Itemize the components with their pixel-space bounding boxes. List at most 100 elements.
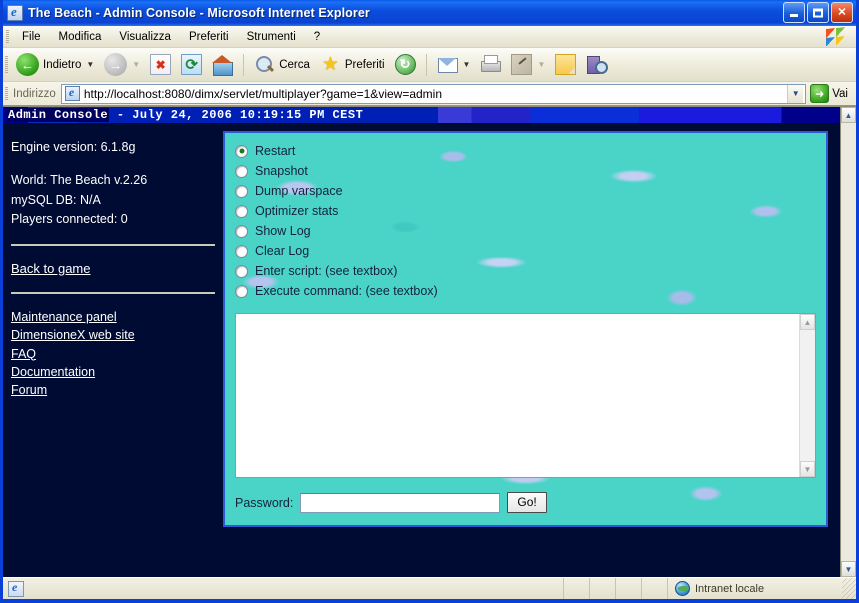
notes-icon: [555, 54, 577, 75]
password-label: Password:: [235, 495, 294, 510]
menu-item-file[interactable]: File: [13, 29, 50, 45]
resize-grip[interactable]: [842, 578, 856, 599]
edit-button[interactable]: ▼: [506, 52, 550, 77]
radio-execute-command-icon[interactable]: [235, 284, 248, 298]
documentation-link[interactable]: Documentation: [11, 363, 215, 381]
mail-button[interactable]: ▼: [432, 52, 476, 77]
option-snapshot-label: Snapshot: [255, 164, 308, 178]
scroll-up-icon[interactable]: ▲: [800, 314, 815, 330]
close-button[interactable]: ✕: [831, 2, 853, 23]
home-button[interactable]: [207, 52, 238, 77]
sidebar-divider-2: [11, 292, 215, 295]
database-status-text: mySQL DB: N/A: [11, 192, 101, 207]
page-scroll-track[interactable]: [841, 123, 856, 561]
back-button-label: Indietro: [43, 58, 82, 71]
console-header-separator: -: [109, 108, 133, 122]
engine-version-text: Engine version: 6.1.8g: [11, 140, 136, 154]
option-restart[interactable]: Restart: [235, 141, 816, 161]
back-arrow-icon: ←: [16, 53, 39, 76]
scroll-down-icon[interactable]: ▼: [800, 461, 815, 477]
browser-window: The Beach - Admin Console - Microsoft In…: [0, 0, 859, 603]
forward-button[interactable]: → ▼: [99, 51, 145, 78]
forward-dropdown-icon: ▼: [132, 60, 141, 69]
search-icon: [254, 54, 275, 75]
print-button[interactable]: [475, 52, 506, 77]
option-optimizer-stats-label: Optimizer stats: [255, 204, 339, 218]
page-scroll-up-icon[interactable]: ▲: [841, 107, 856, 123]
faq-link[interactable]: FAQ: [11, 345, 215, 363]
security-zone-label: Intranet locale: [695, 582, 765, 595]
radio-clear-log-icon[interactable]: [235, 244, 248, 258]
option-clear-log[interactable]: Clear Log: [235, 241, 816, 261]
page-viewport: Admin Console - July 24, 2006 10:19:15 P…: [3, 106, 856, 577]
option-enter-script[interactable]: Enter script: (see textbox): [235, 261, 816, 281]
history-icon: [394, 54, 416, 75]
go-button[interactable]: Vai: [806, 84, 854, 103]
menu-item-modifica[interactable]: Modifica: [50, 29, 111, 45]
favorites-button[interactable]: Preferiti: [315, 52, 390, 77]
back-to-game-link[interactable]: Back to game: [11, 260, 215, 279]
minimize-button[interactable]: [783, 2, 805, 23]
world-name-text: World: The Beach v.2.26: [11, 173, 148, 188]
stop-button[interactable]: [145, 52, 176, 77]
search-button[interactable]: Cerca: [249, 52, 315, 77]
address-url-text: http://localhost:8080/dimx/servlet/multi…: [83, 86, 443, 101]
submit-go-button[interactable]: Go!: [507, 492, 547, 513]
radio-snapshot-icon[interactable]: [235, 164, 248, 178]
password-input[interactable]: [300, 492, 501, 513]
radio-dump-varspace-icon[interactable]: [235, 184, 248, 198]
mail-dropdown-icon[interactable]: ▼: [463, 60, 471, 69]
radio-restart-icon[interactable]: [235, 144, 248, 158]
mail-icon: [437, 54, 458, 75]
menu-item-strumenti[interactable]: Strumenti: [238, 29, 305, 45]
radio-show-log-icon[interactable]: [235, 224, 248, 238]
status-cell-2: [589, 578, 615, 599]
forum-link[interactable]: Forum: [11, 381, 215, 399]
forward-arrow-icon: →: [104, 53, 128, 76]
maximize-button[interactable]: [807, 2, 829, 23]
script-textarea-scrollbar[interactable]: ▲ ▼: [799, 314, 815, 477]
status-bar: Intranet locale: [3, 577, 856, 599]
console-app-name: Admin Console: [7, 108, 110, 122]
option-show-log[interactable]: Show Log: [235, 221, 816, 241]
script-textarea[interactable]: ▲ ▼: [235, 313, 816, 478]
option-snapshot[interactable]: Snapshot: [235, 161, 816, 181]
status-cell-3: [615, 578, 641, 599]
option-dump-varspace[interactable]: Dump varspace: [235, 181, 816, 201]
browser-toolbar: ← Indietro ▼ → ▼ Cerca Preferiti: [3, 48, 856, 82]
edit-page-icon: [511, 54, 533, 75]
menu-item-help[interactable]: ?: [305, 29, 329, 45]
console-timestamp: July 24, 2006 10:19:15 PM CEST: [132, 108, 364, 122]
option-optimizer-stats[interactable]: Optimizer stats: [235, 201, 816, 221]
option-show-log-label: Show Log: [255, 224, 311, 238]
console-header-title: Admin Console - July 24, 2006 10:19:15 P…: [7, 107, 364, 123]
option-execute-command[interactable]: Execute command: (see textbox): [235, 281, 816, 301]
script-textarea-text[interactable]: [236, 314, 799, 477]
menu-bar: File Modifica Visualizza Preferiti Strum…: [3, 26, 856, 48]
menu-item-visualizza[interactable]: Visualizza: [110, 29, 180, 45]
status-page-icon: [8, 580, 24, 597]
password-row: Password: Go!: [235, 492, 816, 513]
sidebar: Engine version: 6.1.8g World: The Beach …: [3, 124, 223, 399]
dimensionex-web-site-link[interactable]: DimensioneX web site: [11, 326, 215, 344]
globe-icon: [675, 581, 690, 596]
maintenance-panel-link[interactable]: Maintenance panel: [11, 308, 215, 326]
ie-document-icon: [7, 4, 23, 21]
history-button[interactable]: [390, 52, 421, 77]
option-execute-command-label: Execute command: (see textbox): [255, 284, 438, 298]
notes-button[interactable]: [550, 52, 581, 77]
radio-enter-script-icon[interactable]: [235, 264, 248, 278]
refresh-button[interactable]: [176, 52, 207, 77]
admin-actions-panel: Restart Snapshot Dump varspace Optimizer…: [223, 131, 828, 527]
address-input[interactable]: http://localhost:8080/dimx/servlet/multi…: [60, 83, 807, 104]
security-zone[interactable]: Intranet locale: [667, 578, 842, 599]
research-button[interactable]: [581, 52, 612, 77]
back-button[interactable]: ← Indietro ▼: [11, 51, 99, 78]
option-dump-varspace-label: Dump varspace: [255, 184, 343, 198]
page-scroll-down-icon[interactable]: ▼: [841, 561, 856, 577]
back-dropdown-icon[interactable]: ▼: [86, 60, 94, 69]
radio-optimizer-stats-icon[interactable]: [235, 204, 248, 218]
address-dropdown-icon[interactable]: ▼: [787, 84, 804, 103]
menu-item-preferiti[interactable]: Preferiti: [180, 29, 238, 45]
page-scrollbar[interactable]: ▲ ▼: [840, 107, 856, 577]
